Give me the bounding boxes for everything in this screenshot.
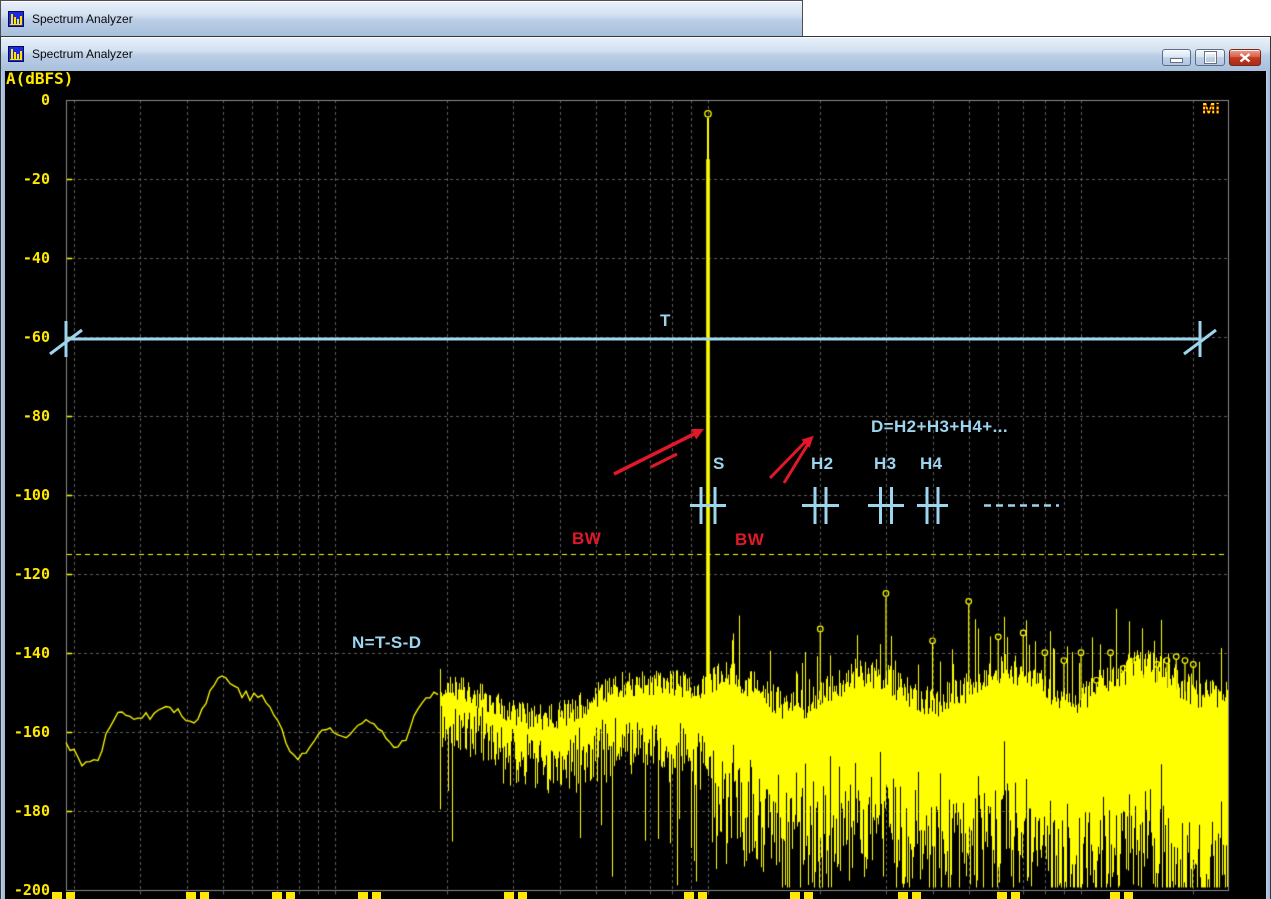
background-window-titlebar[interactable]: Spectrum Analyzer [0,0,803,36]
y-axis-tick-label: -140 [0,644,50,662]
window-title: Spectrum Analyzer [31,47,133,61]
x-axis-label-clipped [186,892,212,899]
h3-marker-label: H3 [874,454,897,474]
maximize-button[interactable] [1195,49,1225,66]
bw-label-right: BW [735,530,764,550]
y-axis-title: A(dBFS) [6,69,73,88]
y-axis-tick-label: -200 [0,881,50,899]
y-axis-tick-label: -40 [0,249,50,267]
y-axis-tick-label: -160 [0,723,50,741]
minimize-button[interactable] [1162,49,1191,66]
x-axis-label-clipped [997,892,1023,899]
x-axis-label-clipped [790,892,816,899]
bw-label-left: BW [572,529,601,549]
x-axis-label-clipped [898,892,924,899]
x-axis-label-clipped [52,892,78,899]
x-axis-label-clipped [1110,892,1136,899]
maximize-icon [1205,52,1216,63]
x-axis-label-clipped [504,892,530,899]
close-icon [1239,53,1251,63]
h2-marker-label: H2 [811,454,834,474]
x-axis-label-clipped [358,892,384,899]
spectrum-bars-icon [8,11,24,27]
t-line-label: T [660,311,671,331]
x-axis-label-clipped [272,892,298,899]
background-window-title: Spectrum Analyzer [31,12,133,26]
y-axis-tick-label: -60 [0,328,50,346]
y-axis-tick-label: -20 [0,170,50,188]
signal-marker-label: S [713,454,725,474]
y-axis-tick-label: -180 [0,802,50,820]
y-axis-tick-label: -100 [0,486,50,504]
y-axis-tick-label: -120 [0,565,50,583]
x-axis-label-clipped [684,892,710,899]
window-titlebar[interactable]: Spectrum Analyzer [1,37,1270,71]
spectrum-plot-canvas[interactable] [1,71,1270,899]
minimize-icon [1170,58,1183,63]
spectrum-bars-icon [8,46,24,62]
noise-formula-label: N=T-S-D [352,633,421,653]
y-axis-tick-label: 0 [0,91,50,109]
distortion-formula-label: D=H2+H3+H4+... [871,417,1008,437]
window-controls [1162,49,1261,66]
desktop: { "back_window": { "title": "Spectrum An… [0,0,1271,899]
window-right-border [1266,71,1270,899]
close-button[interactable] [1229,49,1261,66]
mi-watermark: Mi [1202,101,1220,119]
h4-marker-label: H4 [920,454,943,474]
y-axis-tick-label: -80 [0,407,50,425]
